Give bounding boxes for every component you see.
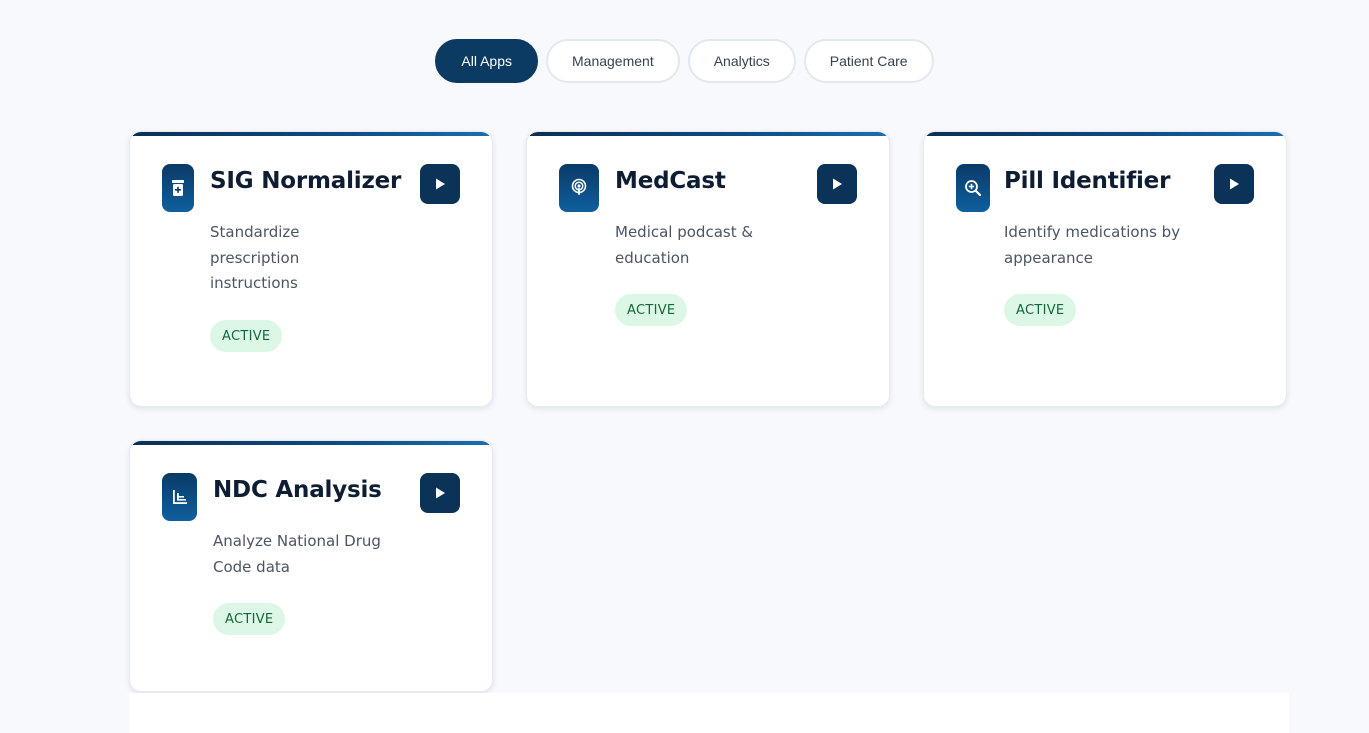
launch-button[interactable]	[1214, 164, 1254, 204]
launch-button[interactable]	[420, 164, 460, 204]
category-tabs: All Apps Management Analytics Patient Ca…	[0, 39, 1369, 83]
card-accent-bar	[527, 132, 889, 136]
podcast-icon	[559, 164, 599, 212]
launch-button[interactable]	[817, 164, 857, 204]
tab-all-apps[interactable]: All Apps	[435, 39, 538, 83]
app-description: Standardize prescription instructions	[210, 223, 300, 292]
card-accent-bar	[130, 441, 492, 445]
footer-panel	[129, 693, 1289, 733]
app-title: Pill Identifier	[1004, 168, 1171, 194]
app-title: NDC Analysis	[213, 477, 382, 503]
app-description: Identify medications by appearance	[1004, 223, 1181, 267]
app-title: MedCast	[615, 168, 726, 194]
app-description: Analyze National Drug Code data	[213, 532, 381, 576]
app-card-sig-normalizer[interactable]: SIG Normalizer Standardize prescription …	[129, 131, 493, 407]
play-icon	[833, 178, 842, 190]
app-title: SIG Normalizer	[210, 168, 402, 194]
app-card-pill-identifier[interactable]: Pill Identifier Identify medications by …	[923, 131, 1287, 407]
play-icon	[436, 178, 445, 190]
status-badge: ACTIVE	[615, 294, 688, 326]
app-card-medcast[interactable]: MedCast Medical podcast & education ACTI…	[526, 131, 890, 407]
magnify-icon	[956, 164, 990, 212]
prescription-bottle-icon	[162, 164, 194, 212]
status-badge: ACTIVE	[1004, 294, 1077, 326]
chart-icon	[162, 473, 197, 521]
play-icon	[436, 487, 445, 499]
play-icon	[1230, 178, 1239, 190]
tab-management[interactable]: Management	[546, 39, 680, 83]
launch-button[interactable]	[420, 473, 460, 513]
app-description: Medical podcast & education	[615, 223, 754, 267]
status-badge: ACTIVE	[213, 603, 286, 635]
tab-analytics[interactable]: Analytics	[687, 39, 796, 83]
tab-patient-care[interactable]: Patient Care	[803, 39, 934, 83]
app-card-ndc-analysis[interactable]: NDC Analysis Analyze National Drug Code …	[129, 440, 493, 692]
card-accent-bar	[130, 132, 492, 136]
status-badge: ACTIVE	[210, 320, 283, 352]
card-accent-bar	[924, 132, 1286, 136]
